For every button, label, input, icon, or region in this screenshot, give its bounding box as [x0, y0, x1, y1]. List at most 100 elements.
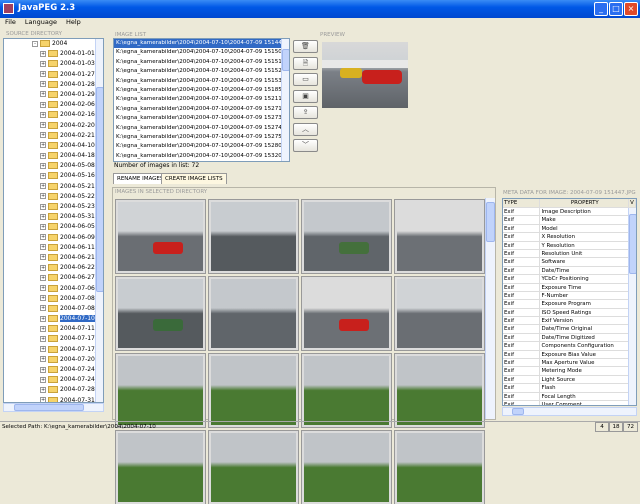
- expand-icon[interactable]: +: [40, 183, 46, 190]
- meta-row[interactable]: ExifMakeNI: [503, 216, 636, 225]
- meta-row[interactable]: ExifExposure ProgramPr: [503, 300, 636, 309]
- tree-folder[interactable]: +2004-05-08: [4, 161, 96, 171]
- expand-icon[interactable]: +: [40, 162, 46, 169]
- tree-folder[interactable]: +2004-07-17: [4, 334, 96, 344]
- list-item[interactable]: K:\egna_kamerabilder\2004\2004-07-10\200…: [114, 67, 289, 76]
- image-thumbnail[interactable]: [115, 276, 206, 351]
- meta-row[interactable]: ExifDate/Time Original20: [503, 325, 636, 334]
- tree-folder[interactable]: +2004-04-18: [4, 151, 96, 161]
- expand-icon[interactable]: +: [40, 274, 46, 281]
- meta-row[interactable]: ExifISO Speed Ratings10: [503, 308, 636, 318]
- expand-icon[interactable]: +: [40, 295, 46, 302]
- tree-folder[interactable]: +2004-07-08: [4, 294, 96, 304]
- close-button[interactable]: ×: [624, 2, 638, 16]
- expand-icon[interactable]: +: [40, 223, 46, 230]
- meta-horizontal-scrollbar[interactable]: [502, 407, 637, 416]
- tree-folder[interactable]: +2004-05-21: [4, 182, 96, 192]
- tab-rename-images[interactable]: RENAME IMAGES: [113, 173, 168, 184]
- image-thumbnail[interactable]: [394, 353, 485, 428]
- expand-icon[interactable]: +: [40, 325, 46, 332]
- meta-row[interactable]: ExifExposure Bias Value0 I: [503, 350, 636, 360]
- tree-folder[interactable]: +2004-07-24: [4, 365, 96, 375]
- meta-row[interactable]: ExifY Resolution72: [503, 241, 636, 250]
- image-thumbnail[interactable]: [394, 430, 485, 504]
- tree-folder[interactable]: +2004-01-27: [4, 70, 96, 80]
- image-thumbnail[interactable]: [394, 199, 485, 274]
- meta-row[interactable]: ExifSoftwareE8: [503, 258, 636, 267]
- meta-row[interactable]: ExifMax Aperture ValueF2: [503, 359, 636, 368]
- menu-file[interactable]: File: [5, 18, 16, 26]
- image-thumbnail[interactable]: [208, 353, 299, 428]
- column-type[interactable]: TYPE: [503, 199, 541, 207]
- tree-folder[interactable]: +2004-07-11: [4, 324, 96, 334]
- tree-folder[interactable]: +2004-01-29: [4, 90, 96, 100]
- menu-language[interactable]: Language: [25, 18, 57, 26]
- tree-folder[interactable]: +2004-01-03: [4, 59, 96, 69]
- tree-horizontal-scrollbar[interactable]: [3, 403, 104, 412]
- column-value[interactable]: V: [629, 199, 636, 207]
- directory-tree[interactable]: -2004 +2004-01-01 +2004-01-03 +2004-01-27 +2…: [3, 38, 104, 403]
- meta-row[interactable]: ExifModelE8: [503, 224, 636, 234]
- tree-folder[interactable]: +2004-01-28: [4, 80, 96, 90]
- meta-row[interactable]: Exif Image Description: [503, 208, 636, 217]
- expand-icon[interactable]: +: [40, 81, 46, 88]
- expand-icon[interactable]: +: [40, 386, 46, 393]
- expand-icon[interactable]: +: [40, 122, 46, 128]
- add-file-button[interactable]: 🗎: [293, 56, 318, 70]
- expand-icon[interactable]: +: [40, 285, 46, 291]
- meta-row[interactable]: ExifMetering ModeM: [503, 367, 636, 376]
- tree-folder[interactable]: +2004-05-23: [4, 202, 96, 212]
- export-button[interactable]: ⇪: [293, 106, 318, 119]
- column-property[interactable]: PROPERTY: [540, 199, 630, 207]
- list-item[interactable]: K:\egna_kamerabilder\2004\2004-07-10\200…: [114, 86, 289, 95]
- meta-scrollbar[interactable]: [628, 208, 636, 405]
- list-item[interactable]: K:\egna_kamerabilder\2004\2004-07-10\200…: [114, 124, 289, 133]
- expand-icon[interactable]: +: [40, 71, 46, 78]
- expand-icon[interactable]: +: [40, 142, 46, 149]
- list-item[interactable]: K:\egna_kamerabilder\2004\2004-07-10\200…: [114, 114, 289, 123]
- meta-row[interactable]: ExifF-NumberF2: [503, 291, 636, 301]
- tree-folder[interactable]: +2004-07-06: [4, 284, 96, 294]
- tree-folder[interactable]: +2004-01-01: [4, 49, 96, 59]
- tree-folder[interactable]: +2004-07-17_0: [4, 345, 102, 355]
- list-item[interactable]: K:\egna_kamerabilder\2004\2004-07-10\200…: [114, 58, 289, 67]
- meta-row[interactable]: ExifExposure Time21: [503, 283, 636, 292]
- tree-folder[interactable]: +2004-02-21: [4, 131, 96, 141]
- meta-row[interactable]: ExifFocal Length8.: [503, 392, 636, 401]
- collapse-icon[interactable]: -: [32, 40, 38, 47]
- tree-folder[interactable]: +2004-05-16: [4, 171, 96, 181]
- image-thumbnail[interactable]: [115, 430, 206, 504]
- expand-icon[interactable]: +: [40, 111, 46, 118]
- meta-row[interactable]: ExifExif Version2.: [503, 317, 636, 326]
- tree-folder[interactable]: +2004-07-20: [4, 355, 96, 365]
- tree-folder[interactable]: +2004-06-21: [4, 253, 96, 263]
- expand-icon[interactable]: +: [40, 315, 46, 322]
- images-scrollbar[interactable]: [485, 198, 495, 419]
- expand-icon[interactable]: +: [40, 264, 46, 271]
- list-item[interactable]: K:\egna_kamerabilder\2004\2004-07-10\200…: [114, 48, 289, 57]
- tree-folder[interactable]: +2004-02-06: [4, 100, 96, 110]
- tree-folder[interactable]: +2004-02-20: [4, 121, 96, 131]
- tree-folder[interactable]: +2004-07-31: [4, 396, 96, 402]
- tree-folder[interactable]: +2004-02-16: [4, 110, 96, 120]
- list-item[interactable]: K:\egna_kamerabilder\2004\2004-07-10\200…: [114, 142, 289, 151]
- tree-folder[interactable]: +2004-04-10: [4, 141, 96, 151]
- tree-folder[interactable]: +2004-06-27: [4, 273, 96, 283]
- tree-folder[interactable]: +2004-07-08_0: [4, 304, 102, 314]
- tree-folder[interactable]: +2004-05-22: [4, 192, 96, 202]
- expand-icon[interactable]: +: [40, 213, 46, 220]
- expand-icon[interactable]: +: [40, 356, 46, 363]
- expand-icon[interactable]: +: [40, 305, 46, 312]
- meta-data-table[interactable]: TYPE PROPERTY V Exif Image Description Exif M…: [502, 198, 637, 406]
- image-thumbnail[interactable]: [301, 353, 392, 428]
- tree-folder[interactable]: +2004-06-22: [4, 263, 96, 273]
- tree-folder[interactable]: +2004-07-10: [4, 314, 96, 324]
- expand-icon[interactable]: +: [40, 152, 46, 159]
- tree-folder[interactable]: +2004-07-24_0: [4, 375, 102, 385]
- save-button[interactable]: ▣: [293, 89, 318, 103]
- expand-icon[interactable]: +: [40, 60, 46, 67]
- tree-root[interactable]: -2004: [4, 39, 96, 49]
- expand-icon[interactable]: +: [40, 91, 46, 98]
- meta-row[interactable]: ExifResolution UnitIn: [503, 249, 636, 259]
- list-item[interactable]: K:\egna_kamerabilder\2004\2004-07-10\200…: [114, 77, 289, 86]
